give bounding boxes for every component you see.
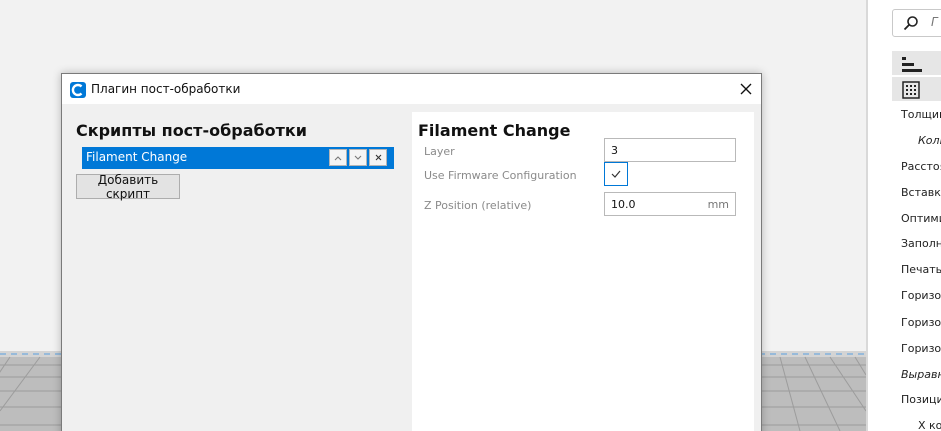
chevron-down-icon bbox=[354, 155, 362, 160]
cura-logo-icon bbox=[70, 82, 86, 98]
search-icon bbox=[903, 16, 918, 31]
setting-row[interactable]: Колі bbox=[918, 134, 941, 147]
remove-script-button[interactable] bbox=[369, 149, 387, 166]
z-position-input[interactable]: 10.0 mm bbox=[604, 192, 736, 216]
firmware-config-label: Use Firmware Configuration bbox=[424, 169, 577, 182]
checkmark-icon bbox=[611, 170, 621, 178]
setting-row[interactable]: Оптими bbox=[901, 212, 941, 225]
settings-search-input[interactable]: Г bbox=[892, 9, 941, 37]
close-icon bbox=[740, 83, 752, 95]
setting-row[interactable]: Горизо bbox=[901, 316, 941, 329]
script-settings-heading: Filament Change bbox=[418, 121, 571, 140]
move-up-button[interactable] bbox=[329, 149, 347, 166]
layer-label: Layer bbox=[424, 145, 455, 158]
setting-row[interactable]: Расстоя bbox=[901, 160, 941, 173]
setting-row[interactable]: Толщин bbox=[901, 108, 941, 121]
chevron-up-icon bbox=[334, 155, 342, 160]
script-list-item[interactable]: Filament Change bbox=[82, 147, 394, 169]
close-button[interactable] bbox=[731, 77, 761, 101]
firmware-config-checkbox[interactable] bbox=[604, 162, 628, 186]
scripts-heading: Скрипты пост-обработки bbox=[76, 121, 307, 140]
setting-row[interactable]: Горизо bbox=[901, 289, 941, 302]
setting-row[interactable]: Вставка bbox=[901, 186, 941, 199]
post-processing-dialog: Плагин пост-обработки Скрипты пост-обраб… bbox=[61, 73, 762, 431]
setting-row[interactable]: Горизо bbox=[901, 342, 941, 355]
print-settings-panel: Г Толщин Колі Расстоя Вставка Оптими Заполне П… bbox=[868, 0, 941, 431]
z-position-label: Z Position (relative) bbox=[424, 199, 532, 212]
script-settings-pane: Filament Change Layer 3 Use Firmware Con… bbox=[412, 112, 754, 431]
search-placeholder: Г bbox=[931, 15, 938, 29]
dialog-titlebar[interactable]: Плагин пост-обработки bbox=[62, 74, 761, 104]
setting-row[interactable]: Печать bbox=[901, 263, 941, 276]
layer-value: 3 bbox=[611, 144, 618, 157]
move-down-button[interactable] bbox=[349, 149, 367, 166]
dialog-title: Плагин пост-обработки bbox=[91, 82, 241, 96]
setting-row[interactable]: Позици bbox=[901, 393, 941, 406]
bar-levels-icon bbox=[902, 57, 922, 72]
z-position-unit: mm bbox=[707, 198, 729, 211]
script-item-label: Filament Change bbox=[86, 150, 188, 164]
settings-visibility-button[interactable] bbox=[892, 51, 941, 75]
setting-row[interactable]: Заполне bbox=[901, 237, 941, 250]
application-window: Г Толщин Колі Расстоя Вставка Оптими Заполне П… bbox=[0, 0, 941, 431]
z-position-value: 10.0 bbox=[611, 198, 636, 211]
setting-row[interactable]: X ко bbox=[918, 419, 941, 431]
grid-icon bbox=[902, 81, 920, 99]
add-script-button[interactable]: Добавить скрипт bbox=[76, 173, 180, 201]
close-icon bbox=[375, 154, 381, 161]
setting-row[interactable]: Выравн bbox=[901, 368, 941, 381]
layer-input[interactable]: 3 bbox=[604, 138, 736, 162]
settings-category-button[interactable] bbox=[892, 77, 941, 101]
